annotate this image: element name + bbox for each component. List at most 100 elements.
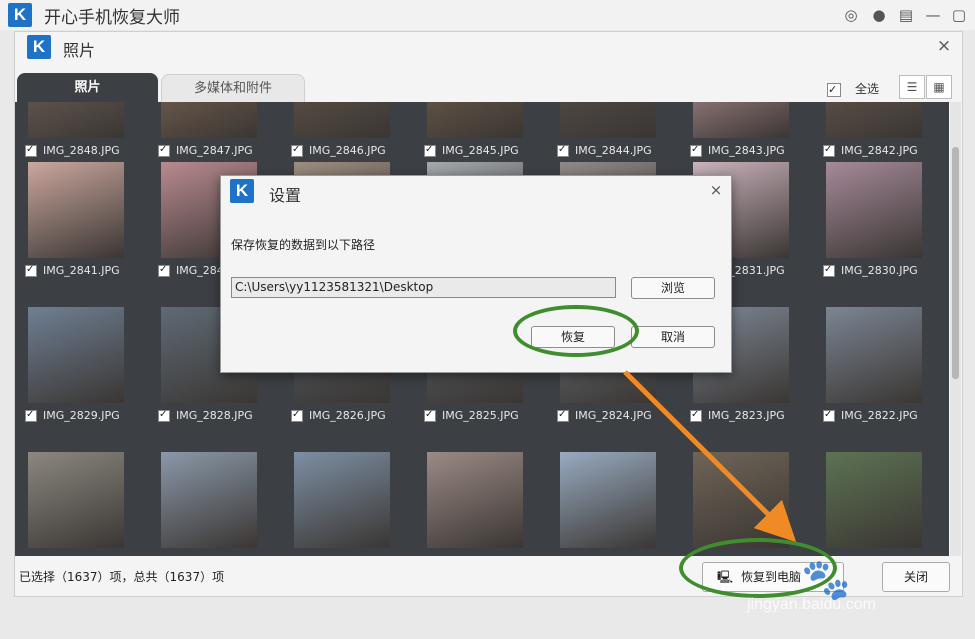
window-title: 照片 <box>63 41 96 60</box>
wechat-icon[interactable]: ◎ <box>840 4 862 26</box>
photo-thumbnail[interactable] <box>28 452 124 548</box>
recover-to-pc-button[interactable]: 🖳 恢复到电脑 <box>702 562 844 592</box>
photo-checkbox[interactable] <box>424 143 436 157</box>
photo-caption: IMG_2843.JPG <box>690 143 785 158</box>
grid-scrollbar[interactable] <box>950 102 961 556</box>
app-logo: K <box>8 3 32 27</box>
photo-caption: IMG_2842.JPG <box>823 143 918 158</box>
photo-filename: IMG_2847.JPG <box>176 144 253 157</box>
tab-photos[interactable]: 照片 <box>17 73 158 103</box>
selection-status: 已选择（1637）项，总共（1637）项 <box>19 570 225 584</box>
photo-item[interactable] <box>281 452 414 556</box>
photo-item[interactable]: IMG_2830.JPG <box>813 162 946 307</box>
photo-checkbox[interactable] <box>690 143 702 157</box>
settings-dialog: K 设置 × 保存恢复的数据到以下路径 C:\Users\yy112358132… <box>220 175 732 373</box>
select-all-checkbox[interactable] <box>827 81 841 99</box>
photo-item[interactable] <box>148 452 281 556</box>
photo-thumbnail[interactable] <box>294 452 390 548</box>
photo-checkbox[interactable] <box>291 408 303 422</box>
list-view-button[interactable]: ☰ <box>899 75 925 99</box>
photo-checkbox[interactable] <box>690 408 702 422</box>
recover-button[interactable]: 恢复 <box>531 326 615 348</box>
photo-thumbnail[interactable] <box>693 452 789 548</box>
photo-filename: IMG_2825.JPG <box>442 409 519 422</box>
photo-checkbox[interactable] <box>158 408 170 422</box>
photo-checkbox[interactable] <box>424 408 436 422</box>
photo-thumbnail[interactable] <box>560 452 656 548</box>
photo-checkbox[interactable] <box>557 408 569 422</box>
browse-button[interactable]: 浏览 <box>631 277 715 299</box>
photo-thumbnail[interactable] <box>161 102 257 138</box>
photo-thumbnail[interactable] <box>294 102 390 138</box>
photo-caption: IMG_2830.JPG <box>823 263 918 278</box>
photo-thumbnail[interactable] <box>826 452 922 548</box>
feedback-icon[interactable]: ▤ <box>895 4 917 26</box>
select-all-label: 全选 <box>855 82 880 96</box>
tab-media-attachments[interactable]: 多媒体和附件 <box>161 74 305 103</box>
photo-checkbox[interactable] <box>823 408 835 422</box>
photo-item[interactable] <box>15 452 148 556</box>
select-all[interactable]: 全选 <box>827 80 880 99</box>
photo-checkbox[interactable] <box>823 143 835 157</box>
photo-checkbox[interactable] <box>823 263 835 277</box>
photo-filename: IMG_2845.JPG <box>442 144 519 157</box>
photo-filename: IMG_2828.JPG <box>176 409 253 422</box>
dialog-prompt: 保存恢复的数据到以下路径 <box>231 238 376 252</box>
photo-filename: IMG_2830.JPG <box>841 264 918 277</box>
photo-checkbox[interactable] <box>25 263 37 277</box>
photo-filename: IMG_2843.JPG <box>708 144 785 157</box>
photo-thumbnail[interactable] <box>161 452 257 548</box>
photo-item[interactable] <box>547 452 680 556</box>
window-titlebar: K 照片 × <box>15 32 962 62</box>
photo-checkbox[interactable] <box>557 143 569 157</box>
photo-thumbnail[interactable] <box>28 307 124 403</box>
chat-bubble-icon[interactable]: ● <box>868 4 890 26</box>
photo-caption: IMG_2823.JPG <box>690 408 785 423</box>
maximize-icon[interactable]: ▢ <box>948 4 970 26</box>
dialog-title: 设置 <box>269 186 302 205</box>
photo-checkbox[interactable] <box>158 263 170 277</box>
photo-caption: IMG_2841.JPG <box>25 263 120 278</box>
photo-item[interactable]: IMG_2822.JPG <box>813 307 946 452</box>
photo-thumbnail[interactable] <box>427 102 523 138</box>
photo-filename: IMG_2822.JPG <box>841 409 918 422</box>
minimize-icon[interactable]: — <box>922 4 944 26</box>
photo-item[interactable]: IMG_2829.JPG <box>15 307 148 452</box>
watermark-text: jingyan.baidu.com <box>747 596 876 613</box>
photo-checkbox[interactable] <box>158 143 170 157</box>
photo-thumbnail[interactable] <box>560 102 656 138</box>
calendar-view-button[interactable]: ▦ <box>926 75 952 99</box>
close-button[interactable]: 关闭 <box>882 562 950 592</box>
photo-filename: IMG_2824.JPG <box>575 409 652 422</box>
photo-checkbox[interactable] <box>25 143 37 157</box>
photo-item[interactable] <box>414 452 547 556</box>
close-button-label: 关闭 <box>903 570 928 584</box>
photo-thumbnail[interactable] <box>826 102 922 138</box>
photo-item[interactable]: IMG_2841.JPG <box>15 162 148 307</box>
photo-item[interactable] <box>680 452 813 556</box>
dialog-close-button[interactable]: × <box>707 181 725 199</box>
photo-caption: IMG_2824.JPG <box>557 408 652 423</box>
photo-thumbnail[interactable] <box>826 162 922 258</box>
photo-checkbox[interactable] <box>25 408 37 422</box>
photo-thumbnail[interactable] <box>826 307 922 403</box>
photo-checkbox[interactable] <box>291 143 303 157</box>
scrollbar-thumb[interactable] <box>952 147 959 379</box>
recover-to-pc-label: 恢复到电脑 <box>741 570 802 584</box>
photo-filename: IMG_2844.JPG <box>575 144 652 157</box>
photo-caption: IMG_2826.JPG <box>291 408 386 423</box>
photo-caption: IMG_2845.JPG <box>424 143 519 158</box>
app-title: 开心手机恢复大师 <box>44 8 180 28</box>
photo-filename: IMG_2848.JPG <box>43 144 120 157</box>
cancel-button[interactable]: 取消 <box>631 326 715 348</box>
window-close-button[interactable]: × <box>934 36 954 56</box>
photo-item[interactable] <box>813 452 946 556</box>
photo-caption: IMG_2825.JPG <box>424 408 519 423</box>
photo-caption: IMG_2847.JPG <box>158 143 253 158</box>
save-path-field[interactable]: C:\Users\yy1123581321\Desktop <box>231 277 616 298</box>
photo-filename: IMG_2842.JPG <box>841 144 918 157</box>
photo-thumbnail[interactable] <box>28 162 124 258</box>
photo-thumbnail[interactable] <box>427 452 523 548</box>
photo-thumbnail[interactable] <box>28 102 124 138</box>
photo-thumbnail[interactable] <box>693 102 789 138</box>
